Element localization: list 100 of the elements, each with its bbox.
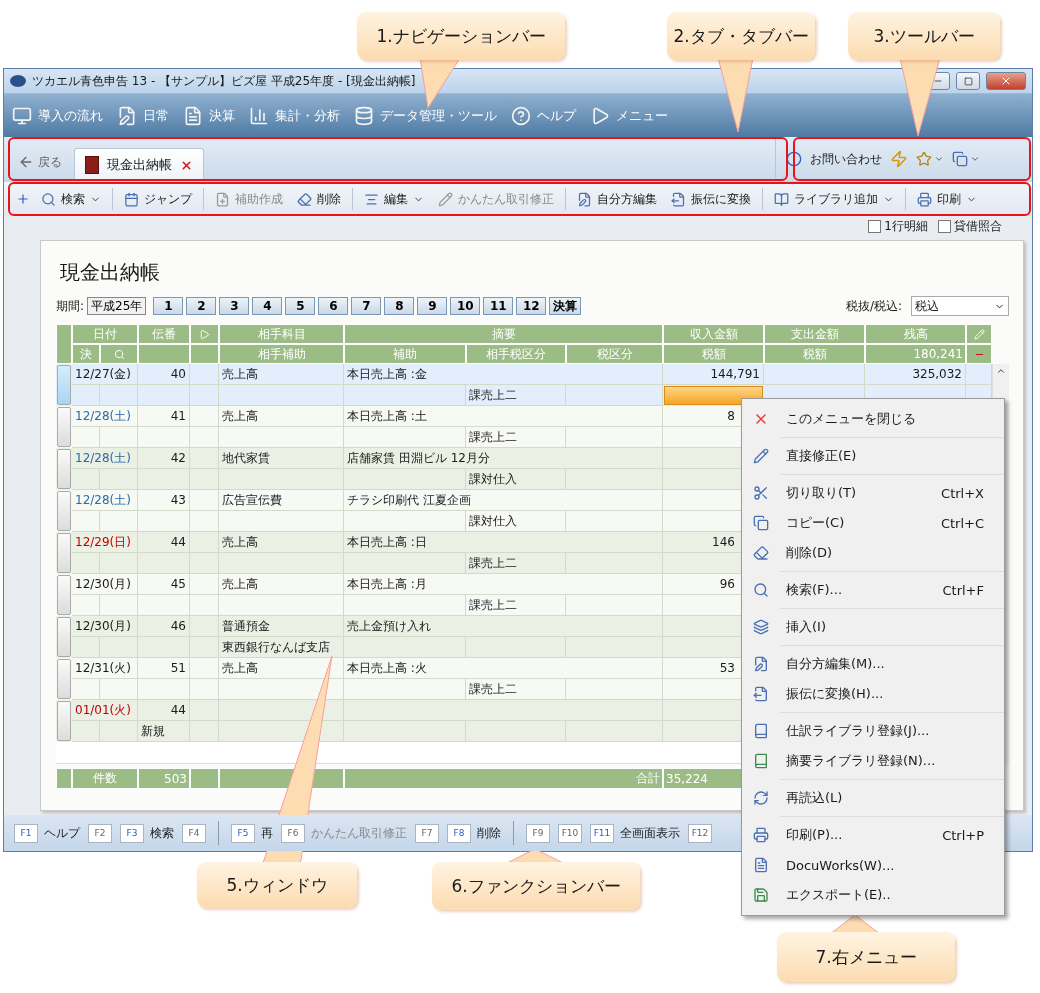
table-cell: 42 (138, 448, 190, 469)
month-button[interactable]: 3 (219, 297, 250, 315)
month-button[interactable]: 8 (384, 297, 415, 315)
document-arrow-icon (671, 191, 686, 207)
document-plus-icon (215, 191, 230, 207)
function-key[interactable]: F9 (526, 823, 550, 843)
table-cell: 本日売上高 :土 (344, 406, 663, 427)
period-label: 期間: (56, 297, 85, 315)
caret-icon (970, 154, 980, 164)
table-cell (190, 574, 219, 595)
toolbar-button[interactable]: 印刷 (914, 188, 980, 210)
document-tab[interactable]: 現金出納帳 (74, 148, 204, 181)
month-button[interactable]: 7 (351, 297, 382, 315)
maximize-button[interactable] (956, 72, 980, 90)
document-arrow-icon (753, 686, 769, 702)
month-button[interactable]: 12 (516, 297, 547, 315)
contact-link[interactable]: お問い合わせ (810, 150, 882, 168)
total-label: 合計 (344, 768, 663, 789)
table-row[interactable]: 12/27(金) 40 売上高 本日売上高 :金 144,791 325,032 課売上二 (56, 364, 992, 406)
carried-balance: 180,241 (865, 344, 966, 364)
callout-pointer (419, 57, 461, 109)
callout-label: 7.右メニュー (777, 932, 955, 982)
table-cell (190, 658, 219, 679)
function-key[interactable]: F6 かんたん取引修正 (281, 823, 407, 843)
toolbar-button[interactable]: 振伝に変換 (668, 188, 754, 210)
row-handle[interactable] (57, 575, 71, 615)
month-button[interactable]: 4 (252, 297, 283, 315)
column-header: 相手補助 (219, 344, 344, 364)
back-link[interactable]: 戻る (18, 143, 62, 181)
row-handle[interactable] (57, 365, 71, 405)
month-button[interactable]: 5 (285, 297, 316, 315)
row-handle[interactable] (57, 491, 71, 531)
function-key[interactable]: F4 (182, 823, 206, 843)
toolbar-button[interactable]: 削除 (294, 188, 344, 210)
close-tab-button[interactable] (180, 158, 193, 172)
window-dropdown-button[interactable] (952, 151, 980, 167)
lightning-button[interactable] (890, 150, 908, 168)
table-cell: 144,791 (663, 364, 764, 385)
function-key[interactable]: F7 (415, 823, 439, 843)
scissors-icon (753, 485, 769, 501)
function-key[interactable]: F11 全画面表示 (590, 823, 680, 843)
toolbar-button[interactable]: 編集 (361, 188, 427, 210)
function-key[interactable]: F10 (558, 823, 582, 843)
star-dropdown-button[interactable] (916, 151, 944, 167)
book-plus-icon (753, 723, 769, 739)
window-title: ツカエル青色申告 13 - 【サンプル】ビズ屋 平成25年度 - [現金出納帳] (32, 72, 416, 90)
menu-item[interactable]: 印刷(P)... Ctrl+P (742, 820, 1004, 850)
row-handle[interactable] (57, 533, 71, 573)
back-arrow-icon (18, 154, 34, 170)
table-cell: 44 (138, 700, 190, 721)
year-button[interactable]: 平成25年 (87, 297, 147, 315)
closing-button[interactable]: 決算 (549, 297, 582, 315)
month-button[interactable]: 2 (186, 297, 217, 315)
count-label: 件数 (72, 768, 138, 789)
table-cell: 売上高 (219, 364, 344, 385)
column-header: 収入金額 (663, 324, 764, 344)
active-cell[interactable] (664, 386, 763, 405)
tax-select[interactable]: 税込 (911, 296, 1009, 316)
close-button[interactable] (986, 72, 1026, 90)
row-handle[interactable] (57, 659, 71, 699)
tax-label: 税抜/税込: (845, 297, 902, 315)
function-key[interactable]: F2 (88, 823, 112, 843)
checkbox[interactable]: 貸借照合 (938, 217, 1002, 235)
column-header: 税区分 (566, 344, 663, 364)
table-cell: 41 (138, 406, 190, 427)
column-header: 税額 (764, 344, 865, 364)
toolbar-button[interactable]: 検索 (38, 188, 104, 210)
book-plus-icon (753, 753, 769, 769)
menu-item[interactable]: エクスポート(E).. (742, 880, 1004, 910)
database-icon (354, 105, 374, 126)
table-cell: 売上高 (219, 532, 344, 553)
function-key[interactable]: F3 検索 (120, 823, 174, 843)
toolbar-button[interactable]: 自分方編集 (574, 188, 660, 210)
row-handle[interactable] (57, 407, 71, 447)
column-header: 相手税区分 (466, 344, 566, 364)
menu-item[interactable]: DocuWorks(W)... (742, 850, 1004, 880)
function-key[interactable]: F12 (688, 823, 712, 843)
row-handle[interactable] (57, 449, 71, 489)
function-key[interactable]: F8 削除 (447, 823, 501, 843)
function-key[interactable]: F1 ヘルプ (14, 823, 80, 843)
column-header: 補助 (344, 344, 466, 364)
toolbar-button[interactable]: ジャンプ (121, 188, 195, 210)
table-cell (190, 490, 219, 511)
checkbox[interactable]: 1行明細 (868, 217, 928, 235)
month-button[interactable]: 1 (153, 297, 184, 315)
copy-icon (753, 515, 769, 531)
toolbar-button[interactable]: ライブラリ追加 (771, 188, 897, 210)
search-icon (41, 191, 56, 207)
month-button[interactable]: 10 (450, 297, 481, 315)
month-button[interactable]: 6 (318, 297, 349, 315)
help-icon (511, 105, 531, 126)
row-handle[interactable] (57, 617, 71, 657)
search-icon (753, 582, 769, 598)
document-icon (753, 857, 769, 873)
month-button[interactable]: 11 (483, 297, 514, 315)
month-button[interactable]: 9 (417, 297, 448, 315)
ledger-title: 現金出納帳 (60, 259, 161, 286)
row-handle[interactable] (57, 701, 71, 741)
header-cell (56, 324, 72, 364)
callout-label: 2.タブ・タブバー (667, 12, 815, 60)
